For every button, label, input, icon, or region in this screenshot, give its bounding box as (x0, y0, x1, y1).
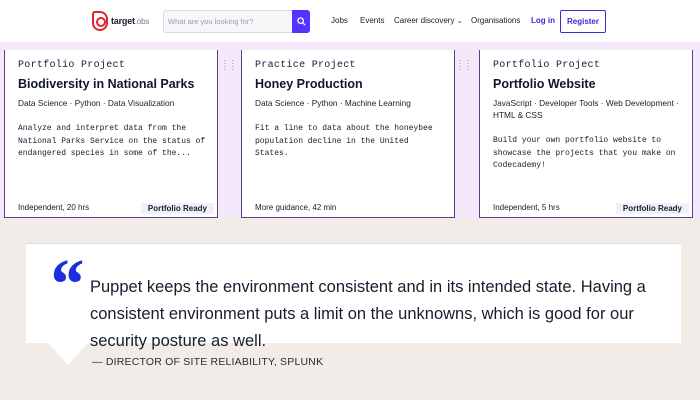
portfolio-ready-badge: Portfolio Ready (140, 203, 214, 214)
testimonial-tail (48, 343, 88, 365)
logo-mark-icon (92, 11, 108, 31)
project-title: Portfolio Website (493, 77, 596, 91)
project-tags: Data Science · Python · Machine Learning (255, 98, 411, 108)
search-bar (163, 10, 310, 33)
carousel-dots-icon: : :: : (224, 59, 236, 72)
project-card[interactable]: Portfolio Project Portfolio Website Java… (479, 50, 693, 218)
project-title: Biodiversity in National Parks (18, 77, 195, 91)
site-header: target.obs Jobs Events Career discovery … (0, 0, 700, 42)
project-meta: More guidance, 42 min (255, 203, 337, 212)
project-kind: Practice Project (255, 60, 356, 71)
logo-text: target.obs (111, 16, 150, 26)
project-kind: Portfolio Project (493, 60, 601, 71)
chevron-down-icon: ⌄ (456, 18, 463, 25)
project-card[interactable]: Portfolio Project Biodiversity in Nation… (4, 50, 218, 218)
nav-jobs[interactable]: Jobs (331, 16, 348, 25)
project-meta: Independent, 5 hrs (493, 203, 560, 212)
search-button[interactable] (292, 10, 310, 33)
nav-career-discovery[interactable]: Career discovery ⌄ (394, 16, 463, 25)
portfolio-ready-badge: Portfolio Ready (615, 203, 689, 214)
quote-mark-icon: “ (47, 244, 83, 324)
testimonial-text: Puppet keeps the environment consistent … (90, 278, 646, 350)
search-icon (296, 17, 306, 26)
site-logo[interactable]: target.obs (92, 11, 149, 31)
search-input[interactable] (164, 11, 292, 32)
login-link[interactable]: Log in (531, 16, 555, 25)
project-description: Analyze and interpret data from the Nati… (18, 124, 206, 158)
nav-events[interactable]: Events (360, 16, 384, 25)
project-title: Honey Production (255, 77, 363, 91)
testimonial-attribution: — DIRECTOR OF SITE RELIABILITY, SPLUNK (92, 356, 324, 368)
project-description: Fit a line to data about the honeybee po… (255, 124, 433, 158)
project-kind: Portfolio Project (18, 60, 126, 71)
project-tags: JavaScript · Developer Tools · Web Devel… (493, 98, 679, 120)
register-button[interactable]: Register (560, 10, 606, 33)
project-meta: Independent, 20 hrs (18, 203, 90, 212)
carousel-dots-icon: : :: : (459, 59, 471, 72)
nav-organisations[interactable]: Organisations (471, 16, 520, 25)
project-tags: Data Science · Python · Data Visualizati… (18, 98, 175, 108)
project-card[interactable]: Practice Project Honey Production Data S… (241, 50, 455, 218)
project-description: Build your own portfolio website to show… (493, 136, 676, 170)
